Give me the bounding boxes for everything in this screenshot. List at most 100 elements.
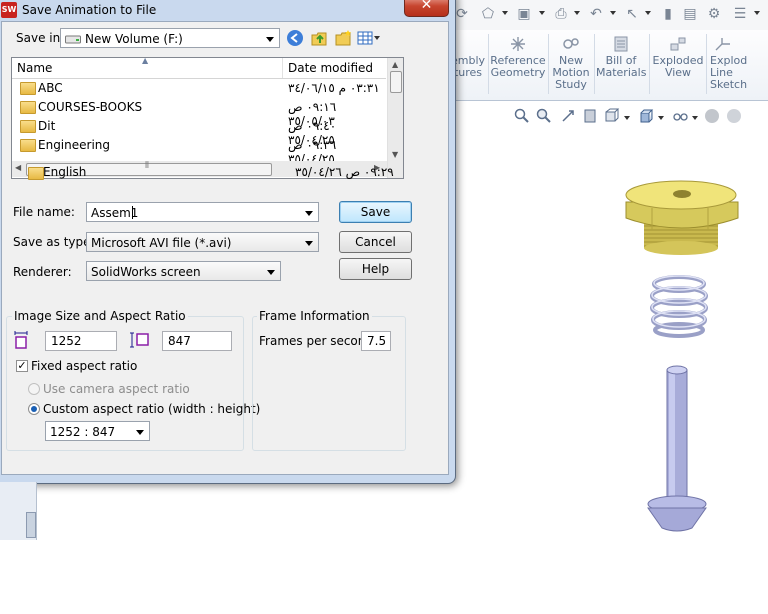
- ribbon-label: embly tures: [450, 54, 486, 79]
- close-button[interactable]: ✕: [404, 0, 449, 17]
- cancel-button[interactable]: Cancel: [339, 231, 412, 253]
- chevron-down-icon[interactable]: [645, 11, 651, 15]
- up-folder-icon[interactable]: [310, 29, 328, 47]
- renderer-label: Renderer:: [13, 265, 72, 279]
- hide-show-items-icon[interactable]: [672, 108, 688, 124]
- camera-aspect-radio[interactable]: [28, 383, 40, 395]
- ribbon-new-motion-study[interactable]: New Motion Study: [550, 32, 592, 98]
- undo-icon[interactable]: ↶: [588, 6, 604, 22]
- file-name-input[interactable]: Assem1: [86, 202, 319, 222]
- scroll-up-icon[interactable]: ▲: [392, 60, 398, 69]
- new-folder-icon[interactable]: [334, 29, 352, 47]
- zoom-area-icon[interactable]: [536, 108, 552, 124]
- dialog-title: Save Animation to File: [22, 3, 157, 17]
- explode-line-sketch-icon: [715, 38, 730, 51]
- height-input[interactable]: 847: [162, 331, 232, 351]
- fps-input[interactable]: 7.5: [361, 331, 391, 351]
- file-properties-icon[interactable]: ▤: [682, 6, 698, 22]
- ribbon-exploded-view[interactable]: Exploded View: [652, 32, 704, 98]
- scroll-down-icon[interactable]: ▼: [392, 150, 398, 159]
- chevron-down-icon[interactable]: [574, 11, 580, 15]
- file-name: Dit: [38, 119, 56, 133]
- motion-study-icon: [563, 38, 579, 49]
- custom-aspect-radio[interactable]: [28, 403, 40, 415]
- save-in-value: New Volume (F:): [85, 32, 183, 46]
- fixed-aspect-checkbox[interactable]: ✓: [16, 360, 28, 372]
- exploded-assembly-graphic: [625, 180, 739, 532]
- chevron-down-icon[interactable]: [624, 116, 630, 120]
- redo-icon[interactable]: ⟳: [454, 6, 470, 22]
- chevron-down-icon[interactable]: [754, 11, 760, 15]
- column-header-date-modified[interactable]: Date modified: [288, 61, 373, 75]
- chevron-down-icon[interactable]: [374, 36, 380, 40]
- chevron-down-icon[interactable]: [658, 116, 664, 120]
- appearance-icon[interactable]: [704, 108, 720, 124]
- chevron-down-icon: [305, 241, 313, 246]
- options-icon[interactable]: ⚙: [706, 6, 722, 22]
- ribbon-label: Reference Geometry: [490, 54, 546, 79]
- list-item[interactable]: COURSES-BOOKS ٠٩:١٦ ص ٣٥/٠٥/٠٣: [12, 98, 386, 128]
- chevron-down-icon: [266, 37, 274, 42]
- custom-aspect-value: 1252 : 847: [50, 425, 116, 439]
- section-view-icon[interactable]: [582, 108, 598, 124]
- save-as-type-label: Save as type:: [13, 235, 95, 249]
- display-style-icon[interactable]: [638, 108, 654, 124]
- ribbon-bill-of-materials[interactable]: Bill of Materials: [596, 32, 646, 98]
- list-item[interactable]: ABC ٠٣:٣١ م ٣٤/٠٦/١٥: [12, 79, 386, 98]
- file-list[interactable]: Name ▲ Date modified ABC ٠٣:٣١ م ٣٤/٠٦/١…: [11, 56, 404, 179]
- save-as-type-value: Microsoft AVI file (*.avi): [91, 236, 232, 250]
- camera-aspect-label: Use camera aspect ratio: [43, 382, 190, 396]
- list-item[interactable]: Dit ٠٩:٤٠ ص ٣٥/٠٤/٢٥: [12, 117, 386, 147]
- vertical-scrollbar[interactable]: ▲ ▼: [387, 58, 403, 178]
- file-name: Engineering: [38, 138, 110, 152]
- file-date: ٠٣:٣١ م ٣٤/٠٦/١٥: [288, 81, 380, 95]
- print-icon[interactable]: ⎙: [553, 6, 569, 22]
- list-header: Name ▲ Date modified: [12, 56, 386, 79]
- help-button[interactable]: Help: [339, 258, 412, 280]
- chevron-down-icon[interactable]: [502, 11, 508, 15]
- save-button[interactable]: Save: [339, 201, 412, 223]
- file-name: English: [43, 165, 87, 179]
- save-in-dropdown[interactable]: New Volume (F:): [60, 28, 280, 48]
- ribbon-explode-line-sketch[interactable]: Explod Line Sketch: [708, 32, 768, 98]
- width-input[interactable]: 1252: [45, 331, 117, 351]
- threaded-cap-part: [625, 180, 739, 255]
- save-as-type-dropdown[interactable]: Microsoft AVI file (*.avi): [86, 232, 319, 252]
- column-header-name[interactable]: Name: [17, 61, 52, 75]
- rebuild-icon[interactable]: ⬠: [480, 6, 496, 22]
- chevron-down-icon[interactable]: [539, 11, 545, 15]
- settings-icon[interactable]: ☰: [732, 6, 748, 22]
- view-menu-icon[interactable]: [357, 29, 375, 47]
- chevron-down-icon: [267, 270, 275, 275]
- chevron-down-icon[interactable]: [692, 116, 698, 120]
- ribbon-label: Bill of Materials: [596, 54, 647, 79]
- renderer-dropdown[interactable]: SolidWorks screen: [86, 261, 281, 281]
- bill-of-materials-icon: [614, 36, 628, 52]
- image-size-group-title: Image Size and Aspect Ratio: [12, 309, 188, 323]
- list-item[interactable]: English ٠٩:٢٩ ص ٣٥/٠٤/٢٦: [20, 164, 394, 182]
- scene-icon[interactable]: [726, 108, 742, 124]
- select-icon[interactable]: ↖: [624, 6, 640, 22]
- custom-aspect-label: Custom aspect ratio (width : height): [43, 402, 261, 416]
- list-item[interactable]: Engineering ٠٩:٣٦ ص ٣٥/٠٤/٢٥: [12, 136, 386, 166]
- traffic-light-icon[interactable]: ▮: [660, 6, 676, 22]
- previous-view-icon[interactable]: [560, 108, 576, 124]
- dialog-titlebar[interactable]: SW Save Animation to File ✕: [0, 0, 455, 21]
- back-icon[interactable]: [286, 29, 304, 47]
- custom-aspect-dropdown[interactable]: 1252 : 847: [45, 421, 150, 441]
- folder-icon: [20, 101, 36, 114]
- width-icon: [14, 331, 28, 349]
- chevron-down-icon[interactable]: [610, 11, 616, 15]
- panel-collapse-handle[interactable]: [26, 512, 36, 538]
- height-icon: [130, 332, 149, 348]
- ribbon-label: New Motion Study: [552, 54, 590, 91]
- save-in-label: Save in:: [16, 31, 65, 45]
- view-orientation-icon[interactable]: [604, 108, 620, 124]
- command-manager-ribbon: embly tures Reference Geometry New Motio…: [450, 30, 768, 101]
- pin-part: [647, 365, 707, 532]
- scroll-thumb[interactable]: [390, 71, 402, 93]
- save-icon[interactable]: ▣: [516, 6, 532, 22]
- file-name: COURSES-BOOKS: [38, 100, 143, 114]
- zoom-to-fit-icon[interactable]: [514, 108, 530, 124]
- ribbon-reference-geometry[interactable]: Reference Geometry: [490, 32, 546, 98]
